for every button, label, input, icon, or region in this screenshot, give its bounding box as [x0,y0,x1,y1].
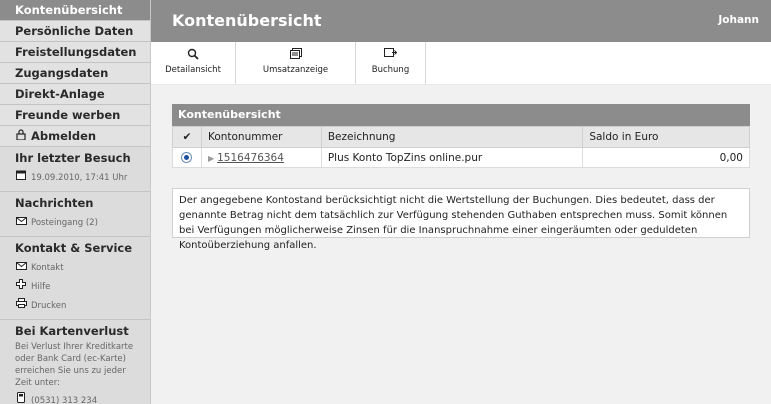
transfer-icon [356,48,425,62]
inbox-link[interactable]: Posteingang (2) [15,213,150,232]
card-loss-title: Bei Kartenverlust [15,324,129,338]
help-cross-icon [15,277,27,296]
account-balance: 0,00 [582,147,750,168]
transactions-button[interactable]: Umsatzanzeige [236,42,356,84]
table-header-row: ✔ Kontonummer Bezeichnung Saldo in Euro [172,126,750,148]
sidebar-item-zugangsdaten[interactable]: Zugangsdaten [0,63,150,84]
page-header: Kontenübersicht Johann [151,0,771,42]
envelope-icon [15,213,27,232]
account-name: Plus Konto TopZins online.pur [320,147,584,168]
logout-button[interactable]: Abmelden [0,126,150,147]
account-number-link[interactable]: 1516476364 [217,152,284,164]
printer-icon [15,296,27,315]
last-visit-block: Ihr letzter Besuch 19.09.2010, 17:41 Uhr [0,147,150,192]
page-title: Kontenübersicht [172,11,322,30]
balance-notice: Der angegebene Kontostand berücksichtigt… [172,188,750,251]
card-loss-text: Bei Verlust Ihrer Kreditkarte oder Bank … [15,342,134,388]
sidebar-item-persoenliche-daten[interactable]: Persönliche Daten [0,21,150,42]
print-link[interactable]: Drucken [15,296,150,315]
logout-label: Abmelden [31,129,97,143]
sidebar-item-kontenuebersicht[interactable]: Kontenübersicht [0,0,150,21]
booking-button[interactable]: Buchung [356,42,426,84]
print-label: Drucken [31,301,67,311]
detail-view-button[interactable]: Detailansicht [151,42,236,84]
last-visit-value: 19.09.2010, 17:41 Uhr [31,173,128,183]
calendar-icon [15,168,27,187]
card-loss-phone: (0531) 313 234 [31,396,98,404]
envelope-icon [15,258,27,277]
sidebar-item-freunde-werben[interactable]: Freunde werben [0,105,150,126]
table-row: ▶ 1516476364 Plus Konto TopZins online.pu… [172,147,750,168]
contact-block: Kontakt & Service Kontakt Hilfe Drucken [0,237,150,320]
user-name: Johann [718,14,759,26]
card-loss-block: Bei Kartenverlust Bei Verlust Ihrer Kred… [0,320,150,404]
messages-block: Nachrichten Posteingang (2) [0,192,150,237]
toolbar: Detailansicht Umsatzanzeige Buchung [151,42,771,85]
expand-triangle-icon[interactable]: ▶ [208,154,214,163]
list-icon [236,48,355,62]
col-balance: Saldo in Euro [582,126,750,148]
main-content: Kontenübersicht ✔ Kontonummer Bezeichnun… [151,85,771,404]
magnifier-icon [151,48,235,62]
contact-link[interactable]: Kontakt [15,258,150,277]
account-radio[interactable] [181,152,193,163]
accounts-panel-title: Kontenübersicht [172,104,750,126]
accounts-table: ✔ Kontonummer Bezeichnung Saldo in Euro … [172,126,750,168]
col-select: ✔ [172,126,202,148]
last-visit-title: Ihr letzter Besuch [15,151,131,165]
sidebar-item-freistellungsdaten[interactable]: Freistellungsdaten [0,42,150,63]
inbox-label: Posteingang (2) [31,218,98,228]
sidebar-item-direkt-anlage[interactable]: Direkt-Anlage [0,84,150,105]
col-account-number: Kontonummer [200,126,322,148]
col-name: Bezeichnung [320,126,584,148]
lock-icon [15,126,27,146]
phone-icon [15,391,27,404]
detail-view-label: Detailansicht [165,65,221,75]
contact-title: Kontakt & Service [15,241,133,255]
booking-label: Buchung [371,65,410,75]
contact-label: Kontakt [31,263,64,273]
messages-title: Nachrichten [15,196,94,210]
help-label: Hilfe [31,282,51,292]
transactions-label: Umsatzanzeige [262,65,329,75]
sidebar: Kontenübersicht Persönliche Daten Freist… [0,0,151,404]
help-link[interactable]: Hilfe [15,277,150,296]
